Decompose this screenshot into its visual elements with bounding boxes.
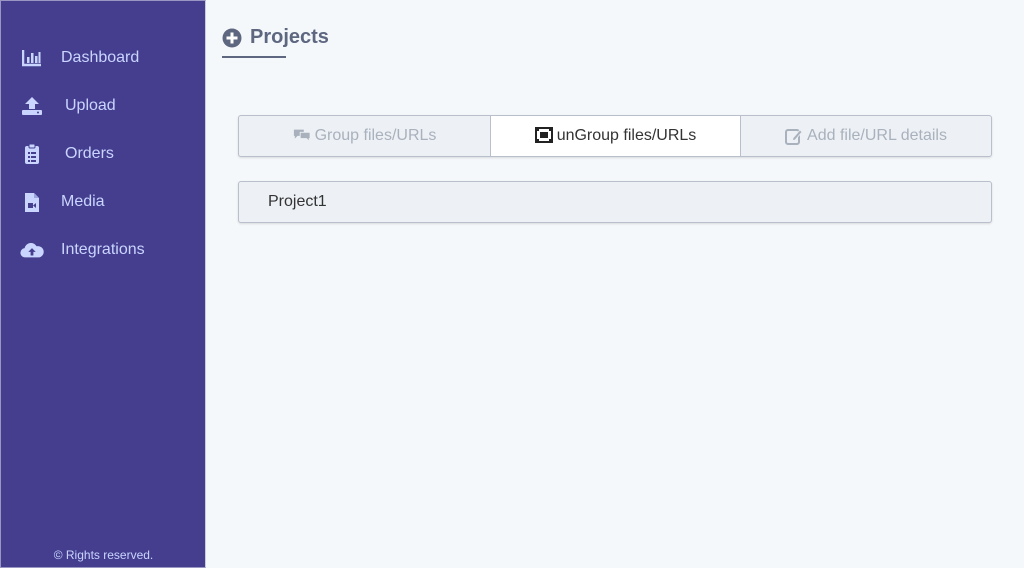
- tab-group-files[interactable]: Group files/URLs: [239, 116, 491, 156]
- title-underline: [222, 56, 286, 58]
- sidebar-item-orders[interactable]: Orders: [1, 134, 206, 174]
- file-video-icon: [20, 190, 44, 214]
- plus-circle-icon[interactable]: [222, 28, 242, 48]
- main-content: Projects Group files/URLs unGroup files/…: [206, 0, 1024, 568]
- tab-label: Group files/URLs: [314, 127, 437, 144]
- project-item[interactable]: Project1: [238, 181, 992, 223]
- sidebar-item-dashboard[interactable]: Dashboard: [1, 38, 206, 78]
- sidebar-item-label: Orders: [65, 145, 114, 162]
- tab-ungroup-files[interactable]: unGroup files/URLs: [491, 116, 741, 156]
- upload-icon: [20, 94, 44, 118]
- sidebar-item-label: Integrations: [61, 241, 145, 258]
- sidebar-item-label: Upload: [65, 97, 116, 114]
- object-ungroup-icon: [534, 127, 553, 145]
- tab-add-details[interactable]: Add file/URL details: [741, 116, 991, 156]
- cloud-upload-icon: [20, 238, 44, 262]
- sidebar-item-integrations[interactable]: Integrations: [1, 230, 206, 270]
- project-name: Project1: [268, 193, 327, 210]
- comments-icon: [293, 127, 311, 145]
- edit-icon: [785, 127, 803, 145]
- clipboard-list-icon: [20, 142, 44, 166]
- sidebar: Dashboard Upload Orders Media Integratio…: [0, 0, 206, 568]
- tab-label: Add file/URL details: [807, 127, 947, 144]
- footer-copyright: © Rights reserved.: [53, 548, 154, 562]
- sidebar-item-upload[interactable]: Upload: [1, 86, 206, 126]
- page-title: Projects: [222, 26, 329, 49]
- tab-label: unGroup files/URLs: [556, 127, 697, 144]
- sidebar-item-label: Media: [61, 193, 105, 210]
- sidebar-item-media[interactable]: Media: [1, 182, 206, 222]
- sidebar-item-label: Dashboard: [61, 49, 140, 66]
- page-title-text: Projects: [250, 26, 329, 48]
- chart-bar-icon: [20, 46, 44, 70]
- tab-bar: Group files/URLs unGroup files/URLs Add …: [238, 115, 992, 157]
